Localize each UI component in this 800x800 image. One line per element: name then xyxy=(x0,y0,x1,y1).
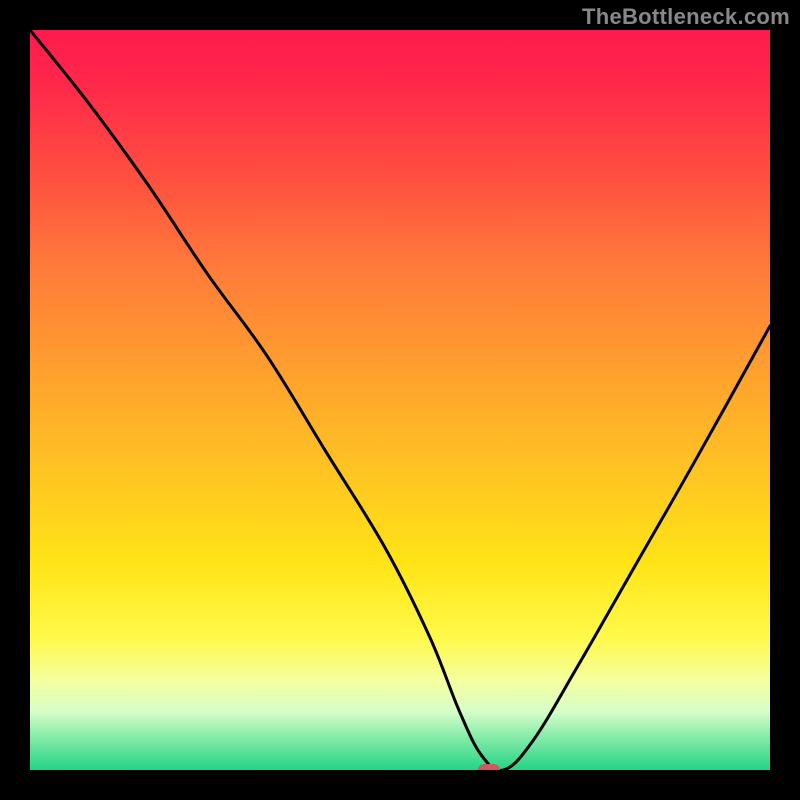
watermark-text: TheBottleneck.com xyxy=(582,4,790,30)
optimum-marker xyxy=(478,764,500,770)
chart-frame: TheBottleneck.com xyxy=(0,0,800,800)
plot-area xyxy=(30,30,770,770)
bottleneck-curve xyxy=(30,30,770,770)
